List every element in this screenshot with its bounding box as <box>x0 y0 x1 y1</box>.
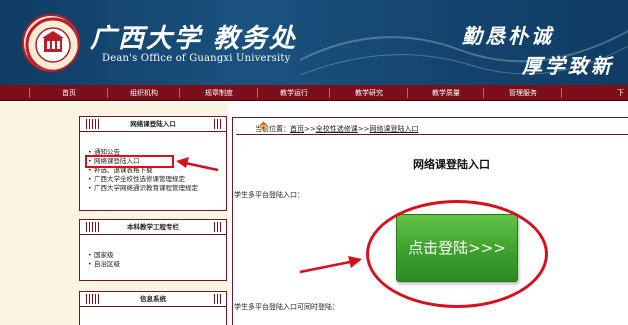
motto-line-2: 厚学致新 <box>522 54 614 78</box>
page-title: 网络课登陆入口 <box>413 158 490 171</box>
annotation-highlight-box <box>85 155 174 168</box>
sidebar-box-header: 本科教学工程专栏 <box>80 220 226 235</box>
sidebar-box-list: 国家级 自治区级 <box>80 235 226 269</box>
nav-item-regulations[interactable]: 规章制度 <box>180 85 258 101</box>
breadcrumb-home-link[interactable]: 首页 <box>290 125 304 133</box>
motto-line-1: 勤恳朴诚 <box>462 24 554 48</box>
nav-item-management-services[interactable]: 管理服务 <box>484 85 562 101</box>
sidebar-box-info-systems: 信息系统 <box>79 291 227 325</box>
sidebar-link-national[interactable]: 国家级 <box>88 251 226 260</box>
nav-item-teaching-operation[interactable]: 教学运行 <box>258 85 330 101</box>
sidebar-link-regional[interactable]: 自治区级 <box>88 260 226 269</box>
breadcrumb-separator: >> <box>357 125 370 133</box>
nav-item-home[interactable]: 首页 <box>30 85 108 101</box>
house-icon <box>259 121 268 130</box>
header-stripes-icon <box>214 294 222 304</box>
university-logo[interactable] <box>22 14 80 72</box>
breadcrumb-elective-link[interactable]: 全校性选修课 <box>316 125 358 133</box>
breadcrumb-current-link[interactable]: 网络课登陆入口 <box>369 125 418 133</box>
sidebar-box-header: 信息系统 <box>80 292 226 307</box>
sidebar-box-header: 网络课登陆入口 <box>80 117 226 132</box>
annotation-ellipse <box>366 200 548 308</box>
header-stripes-icon <box>214 222 222 232</box>
site-header: 广西大学 教务处 Dean's Office of Guangxi Univer… <box>0 0 628 85</box>
nav-item-teaching-quality[interactable]: 教学质量 <box>408 85 484 101</box>
sidebar-link-online-general-rules[interactable]: 广西大学网络通识教育课程管理规定 <box>88 184 226 193</box>
breadcrumb-separator: >> <box>304 125 316 133</box>
breadcrumb-divider <box>236 134 628 135</box>
sidebar-box-teaching-project: 本科教学工程专栏 国家级 自治区级 <box>79 219 227 281</box>
sidebar-box-title: 本科教学工程专栏 <box>127 223 179 231</box>
login-entry-label: 学生多平台登陆入口： <box>234 191 304 199</box>
simultaneous-login-label: 学生多平台登陆入口可同时登陆： <box>234 303 339 311</box>
nav-item-teaching-research[interactable]: 教学研究 <box>330 85 408 101</box>
site-subtitle: Dean's Office of Guangxi University <box>102 53 291 64</box>
sidebar-link-elective-rules[interactable]: 广西大学全校性选修课管理规定 <box>88 175 226 184</box>
nav-item-more[interactable]: 下 <box>562 85 628 101</box>
site-title: 广西大学 教务处 <box>90 24 298 54</box>
header-stripes-icon <box>214 119 222 129</box>
main-nav: 首页 组织机构 规章制度 教学运行 教学研究 教学质量 管理服务 下 <box>0 85 628 101</box>
sidebar-box-title: 信息系统 <box>140 295 166 303</box>
nav-spacer <box>0 85 30 101</box>
breadcrumb: 当前位置：首页>>全校性选修课>>网络课登陆入口 <box>255 124 418 134</box>
nav-item-organization[interactable]: 组织机构 <box>108 85 180 101</box>
sidebar-box-title: 网络课登陆入口 <box>130 120 176 128</box>
